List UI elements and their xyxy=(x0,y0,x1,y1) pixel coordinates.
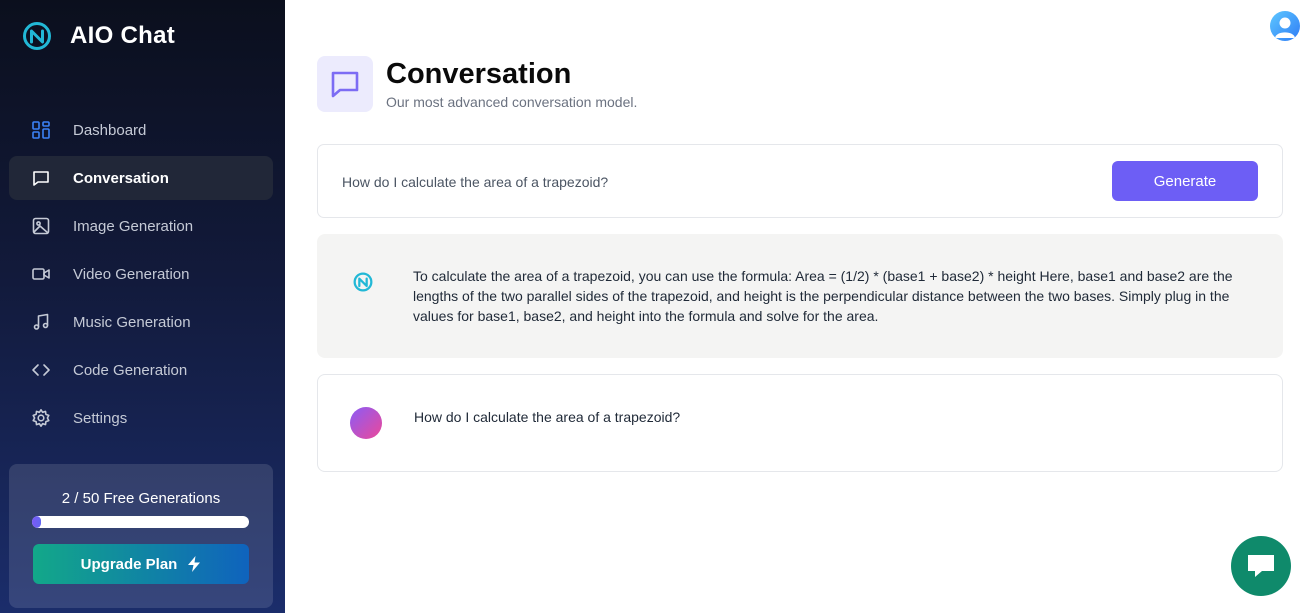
conversation-header-icon-box xyxy=(317,56,373,112)
code-icon xyxy=(32,364,50,376)
upgrade-plan-label: Upgrade Plan xyxy=(80,555,178,573)
message-square-icon xyxy=(33,171,49,186)
video-icon xyxy=(32,268,50,280)
sidebar-nav: Dashboard Conversation Image Generation … xyxy=(9,108,273,444)
generations-progress-bar xyxy=(32,516,249,528)
page-title: Conversation xyxy=(386,58,572,90)
support-chat-button[interactable] xyxy=(1231,536,1291,596)
user-avatar-button[interactable] xyxy=(1270,11,1300,41)
user-icon xyxy=(1275,17,1295,38)
sidebar-item-conversation[interactable]: Conversation xyxy=(9,156,273,200)
image-icon xyxy=(32,217,50,235)
sidebar-item-code-generation[interactable]: Code Generation xyxy=(9,348,273,392)
sidebar-item-music-generation[interactable]: Music Generation xyxy=(9,300,273,344)
sidebar-item-settings[interactable]: Settings xyxy=(9,396,273,440)
music-icon xyxy=(33,313,49,330)
user-message-text: How do I calculate the area of a trapezo… xyxy=(414,409,681,425)
sidebar-item-label: Image Generation xyxy=(73,217,194,235)
app-name: AIO Chat xyxy=(70,22,176,49)
avatar xyxy=(350,407,382,439)
brand[interactable]: AIO Chat xyxy=(22,21,175,51)
plan-card: 2 / 50 Free Generations Upgrade Plan xyxy=(9,464,273,608)
lightning-icon xyxy=(188,556,201,572)
generate-button[interactable]: Generate xyxy=(1112,161,1258,201)
sidebar: AIO Chat Dashboard Conversation Image Ge… xyxy=(0,0,285,613)
upgrade-plan-button[interactable]: Upgrade Plan xyxy=(33,544,249,584)
sidebar-item-label: Conversation xyxy=(73,169,169,187)
sidebar-item-dashboard[interactable]: Dashboard xyxy=(9,108,273,152)
logo-icon xyxy=(23,22,51,50)
settings-icon xyxy=(32,409,50,427)
bot-message-text: To calculate the area of a trapezoid, yo… xyxy=(413,268,1233,324)
bot-message: To calculate the area of a trapezoid, yo… xyxy=(317,234,1283,358)
free-generations-count: 2 / 50 Free Generations xyxy=(61,490,221,507)
sidebar-item-label: Code Generation xyxy=(73,361,188,379)
prompt-form: Generate xyxy=(317,144,1283,218)
sidebar-item-image-generation[interactable]: Image Generation xyxy=(9,204,273,248)
sidebar-item-label: Dashboard xyxy=(73,121,147,139)
sidebar-item-label: Music Generation xyxy=(73,313,191,331)
prompt-input[interactable] xyxy=(342,171,1082,193)
dashboard-icon xyxy=(32,121,50,139)
message-square-icon xyxy=(331,71,359,98)
sidebar-item-video-generation[interactable]: Video Generation xyxy=(9,252,273,296)
page-subtitle: Our most advanced conversation model. xyxy=(386,94,638,110)
sidebar-item-label: Settings xyxy=(73,409,128,427)
user-message: How do I calculate the area of a trapezo… xyxy=(317,374,1283,472)
generations-progress-fill xyxy=(32,516,41,528)
sidebar-item-label: Video Generation xyxy=(73,265,190,283)
chat-bubble-icon xyxy=(1248,555,1274,577)
bot-logo-icon xyxy=(353,272,373,292)
